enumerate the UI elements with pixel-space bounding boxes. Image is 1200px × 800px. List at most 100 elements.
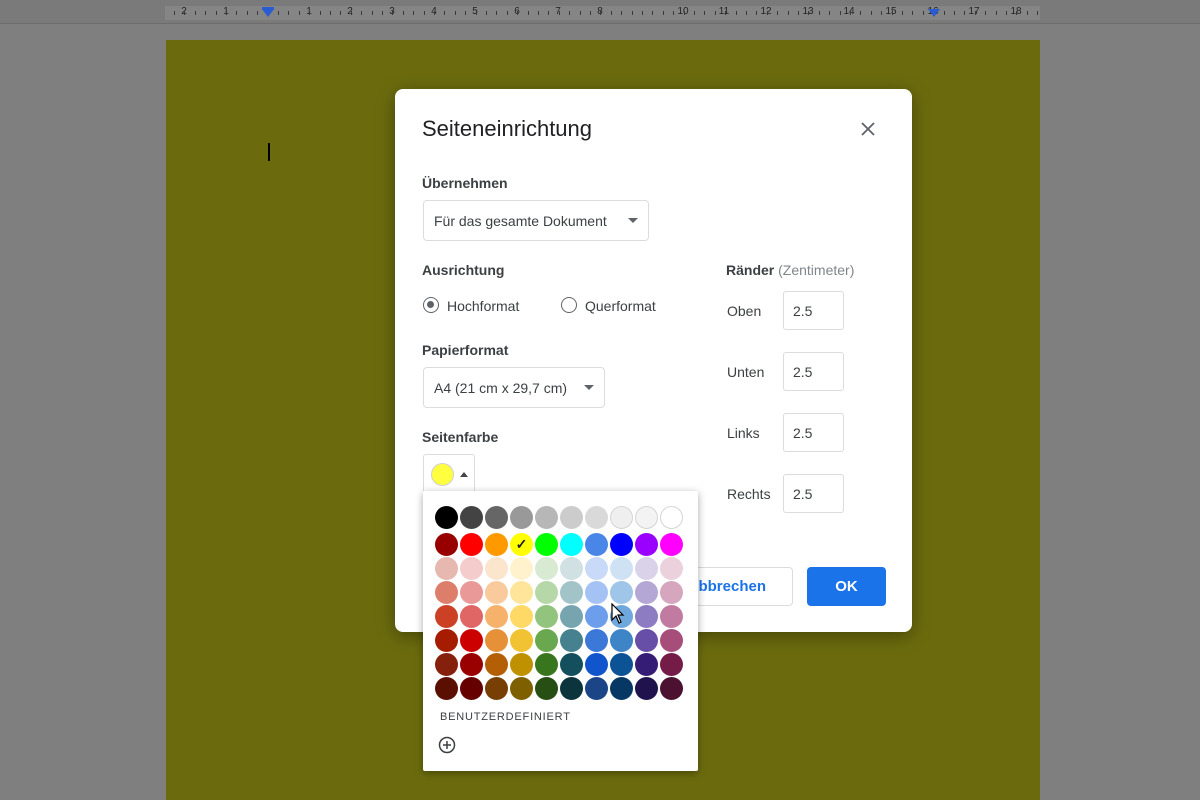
color-swatch-option[interactable] [535,653,558,676]
color-swatch-option[interactable] [560,581,583,604]
color-swatch-option[interactable] [660,557,683,580]
color-swatch-option[interactable] [460,677,483,700]
color-swatch-option[interactable] [610,653,633,676]
color-swatch-option[interactable] [460,605,483,628]
color-swatch-option[interactable] [535,506,558,529]
color-swatch-option[interactable] [610,506,633,529]
color-swatch-option[interactable] [460,629,483,652]
apply-select[interactable]: Für das gesamte Dokument [423,200,649,241]
color-swatch-option[interactable] [460,653,483,676]
color-swatch-option[interactable] [660,653,683,676]
color-swatch-option[interactable] [635,557,658,580]
close-button[interactable] [856,117,880,141]
color-swatch-option[interactable] [435,533,458,556]
margin-right-input[interactable] [783,474,844,513]
color-swatch-option[interactable] [635,605,658,628]
color-swatch-option[interactable] [535,581,558,604]
ruler-tick [694,11,695,15]
color-swatch-option[interactable] [610,677,633,700]
page-color-button[interactable] [423,454,475,491]
right-indent-marker[interactable] [928,9,940,17]
radio-landscape-label[interactable]: Querformat [585,298,656,314]
color-swatch-option[interactable] [635,581,658,604]
margin-left-input[interactable] [783,413,844,452]
color-swatch-option[interactable] [585,557,608,580]
color-swatch-option[interactable] [560,533,583,556]
color-swatch-option[interactable] [635,653,658,676]
color-swatch-option[interactable] [510,557,533,580]
color-swatch-option[interactable] [485,533,508,556]
paper-size-select[interactable]: A4 (21 cm x 29,7 cm) [423,367,605,408]
color-swatch-option[interactable] [585,581,608,604]
color-swatch-option[interactable] [635,677,658,700]
ruler-tick [320,11,321,15]
color-swatch-option[interactable] [660,677,683,700]
color-swatch-option[interactable] [485,629,508,652]
color-swatch-option[interactable] [485,677,508,700]
color-swatch-option[interactable] [585,677,608,700]
color-swatch-option[interactable] [535,629,558,652]
color-swatch-option[interactable] [435,629,458,652]
color-swatch-option[interactable] [560,677,583,700]
color-swatch-option[interactable] [610,629,633,652]
ok-button[interactable]: OK [807,567,886,606]
radio-portrait[interactable] [423,297,439,313]
color-swatch-option[interactable] [460,557,483,580]
color-swatch-option[interactable] [510,677,533,700]
color-swatch-option[interactable] [560,629,583,652]
color-swatch-option[interactable] [510,629,533,652]
color-swatch-option[interactable] [660,605,683,628]
color-swatch-option[interactable] [635,629,658,652]
ruler-tick [465,11,466,15]
color-swatch-option[interactable] [535,557,558,580]
radio-landscape[interactable] [561,297,577,313]
color-swatch-option[interactable] [560,653,583,676]
color-swatch-option[interactable] [510,581,533,604]
margin-top-input[interactable] [783,291,844,330]
color-swatch-option[interactable] [610,533,633,556]
color-swatch-option[interactable] [535,605,558,628]
color-swatch-option[interactable] [485,605,508,628]
color-swatch-option[interactable] [585,533,608,556]
color-swatch-option[interactable] [485,506,508,529]
color-swatch-option[interactable] [510,605,533,628]
color-swatch-option[interactable] [585,605,608,628]
color-swatch-option[interactable] [635,533,658,556]
color-swatch-option[interactable] [585,629,608,652]
color-swatch-option[interactable] [460,581,483,604]
color-swatch-option[interactable] [435,506,458,529]
color-swatch-option[interactable] [660,506,683,529]
color-swatch-option[interactable] [635,506,658,529]
color-swatch-option[interactable] [435,653,458,676]
color-swatch-option[interactable] [660,533,683,556]
color-swatch-option[interactable] [485,557,508,580]
color-swatch-option[interactable] [535,677,558,700]
color-swatch-option[interactable] [660,629,683,652]
close-icon [861,122,875,136]
color-swatch-option[interactable] [435,581,458,604]
color-swatch-option[interactable] [435,557,458,580]
margin-bottom-input[interactable] [783,352,844,391]
radio-portrait-label[interactable]: Hochformat [447,298,519,314]
add-custom-color-button[interactable] [437,735,457,755]
color-swatch-option[interactable] [610,557,633,580]
color-swatch-option[interactable] [560,605,583,628]
color-swatch-option[interactable] [585,506,608,529]
color-swatch-option[interactable] [535,533,558,556]
color-swatch-option[interactable] [435,677,458,700]
color-swatch-option[interactable] [485,581,508,604]
color-swatch-option[interactable] [485,653,508,676]
color-swatch-option[interactable] [660,581,683,604]
color-swatch-option[interactable] [510,506,533,529]
color-swatch-option[interactable] [510,653,533,676]
color-swatch-option[interactable] [460,533,483,556]
color-swatch-option[interactable] [435,605,458,628]
color-swatch-option[interactable] [560,557,583,580]
color-swatch-option[interactable] [460,506,483,529]
color-swatch-option[interactable] [510,533,533,556]
left-indent-marker[interactable] [262,9,274,17]
color-swatch-option[interactable] [610,581,633,604]
color-swatch-option[interactable] [560,506,583,529]
color-swatch-option[interactable] [585,653,608,676]
text-cursor [268,143,270,161]
